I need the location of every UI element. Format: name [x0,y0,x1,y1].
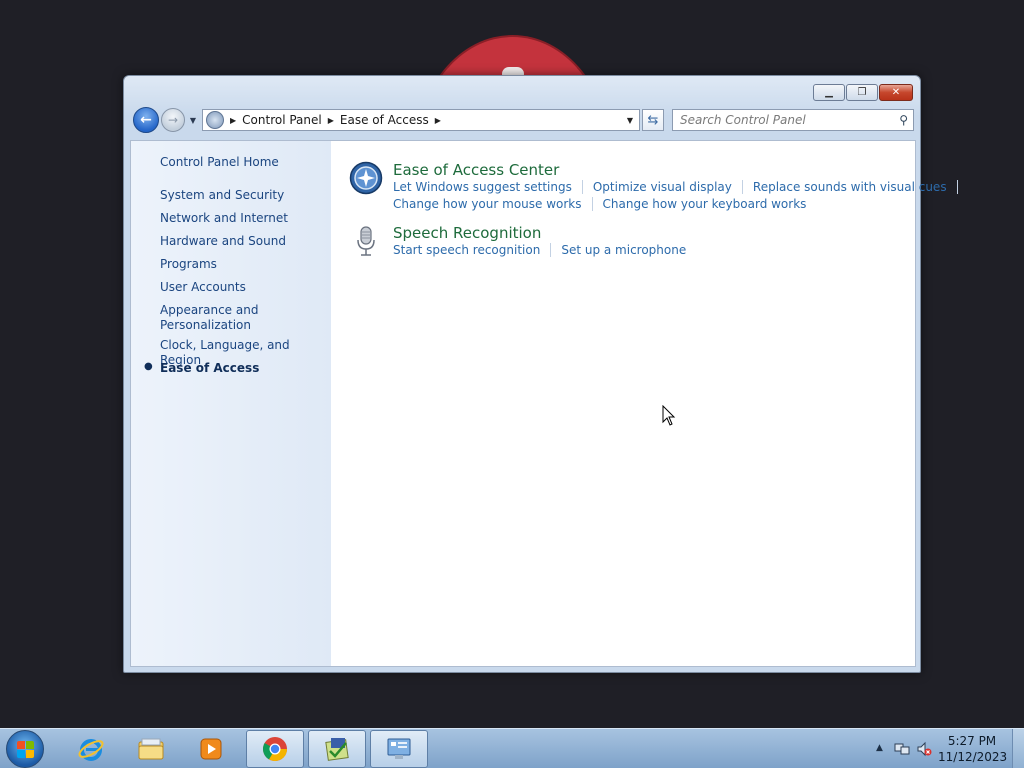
task-row: Let Windows suggest settings Optimize vi… [393,180,968,194]
speech-recognition-link[interactable]: Speech Recognition [393,224,541,242]
breadcrumb-ease-of-access[interactable]: Ease of Access [340,113,429,127]
content-area: Control Panel Home System and Security N… [130,140,958,667]
sidebar: Control Panel Home System and Security N… [131,141,331,666]
forward-arrow-icon: → [167,113,179,127]
clock[interactable]: 5:27 PM 11/12/2023 [938,733,1008,765]
taskbar-internet-explorer[interactable] [62,730,120,768]
notepad-app-icon [325,738,349,761]
replace-sounds-visual-cues-link[interactable]: Replace sounds with visual cues [753,180,958,194]
taskbar-media-player[interactable] [182,730,240,768]
chevron-down-icon: ▼ [189,115,197,125]
sidebar-item-home[interactable]: Control Panel Home [160,155,325,170]
address-bar[interactable]: ▶ Control Panel ▶ Ease of Access ▶ ▼ [202,109,640,131]
control-panel-icon [387,738,411,759]
taskbar-notepad-app[interactable] [308,730,366,768]
maximize-icon: ❐ [857,87,867,98]
address-history-dropdown[interactable]: ▼ [621,110,639,130]
close-icon: ✕ [891,87,901,98]
network-icon[interactable] [894,741,910,757]
breadcrumb-control-panel[interactable]: Control Panel [242,113,322,127]
breadcrumb-separator-icon[interactable]: ▶ [435,116,441,125]
file-explorer-icon [138,738,164,760]
set-up-microphone-link[interactable]: Set up a microphone [561,243,696,257]
sidebar-item-ease-of-access: Ease of Access [160,361,260,375]
task-row: Start speech recognition Set up a microp… [393,243,706,257]
media-player-icon [200,738,222,760]
refresh-button[interactable]: ⇆ [642,109,664,131]
show-hidden-icons-button[interactable]: ▲ [876,743,883,753]
sidebar-item-network-internet[interactable]: Network and Internet [160,211,325,226]
volume-muted-icon[interactable] [916,741,932,757]
taskbar-control-panel[interactable] [370,730,428,768]
clock-time: 5:27 PM [947,734,997,748]
minimize-icon: ▁ [825,87,833,98]
show-desktop-button[interactable] [1012,729,1024,768]
maximize-button[interactable]: ❐ [846,84,878,101]
ease-of-access-icon [349,161,383,195]
main-pane: Ease of Access Center Let Windows sugges… [331,141,958,666]
minimize-button[interactable]: ▁ [813,84,845,101]
breadcrumb-separator-icon[interactable]: ▶ [230,116,236,125]
internet-explorer-icon [78,739,104,761]
control-panel-window: ▁ ❐ ✕ ← → ▼ ▶ Control Panel ▶ Ease of Ac… [123,75,958,673]
taskbar-chrome[interactable] [246,730,304,768]
clock-date: 11/12/2023 [938,750,1008,764]
mouse-cursor-icon [662,405,676,426]
ease-of-access-center-link[interactable]: Ease of Access Center [393,161,559,179]
back-button[interactable]: ← [133,107,159,133]
sidebar-item-appearance[interactable]: Appearance and Personalization [160,303,270,333]
chrome-icon [262,737,287,762]
control-panel-icon [206,111,224,129]
start-button[interactable] [6,730,44,768]
taskbar: ▲ 5:27 PM 11/12/2023 [0,728,1024,768]
sidebar-item-programs[interactable]: Programs [160,257,325,272]
let-windows-suggest-settings-link[interactable]: Let Windows suggest settings [393,180,583,194]
chevron-down-icon: ▼ [626,115,634,125]
navigation-bar: ← → ▼ ▶ Control Panel ▶ Ease of Access ▶… [132,106,914,134]
close-button[interactable]: ✕ [879,84,913,101]
breadcrumb-separator-icon[interactable]: ▶ [328,116,334,125]
search-box: ⚲ [672,109,914,131]
system-tray: ▲ 5:27 PM 11/12/2023 [864,729,1024,768]
microphone-icon [357,226,375,256]
sidebar-item-hardware-sound[interactable]: Hardware and Sound [160,234,325,249]
recent-pages-dropdown[interactable]: ▼ [187,114,199,126]
search-input[interactable] [680,113,890,127]
taskbar-file-explorer[interactable] [122,730,180,768]
change-keyboard-works-link[interactable]: Change how your keyboard works [603,197,817,211]
refresh-icon: ⇆ [647,112,659,128]
sidebar-item-system-security[interactable]: System and Security [160,188,325,203]
sidebar-item-user-accounts[interactable]: User Accounts [160,280,325,295]
search-icon[interactable]: ⚲ [899,113,908,127]
back-arrow-icon: ← [140,112,152,128]
optimize-visual-display-link[interactable]: Optimize visual display [593,180,743,194]
caption-buttons: ▁ ❐ ✕ [813,84,913,101]
change-mouse-works-link[interactable]: Change how your mouse works [393,197,593,211]
forward-button[interactable]: → [161,108,185,132]
task-row: Change how your mouse works Change how y… [393,197,826,211]
current-item-bullet-icon: ● [144,361,153,372]
start-speech-recognition-link[interactable]: Start speech recognition [393,243,552,257]
